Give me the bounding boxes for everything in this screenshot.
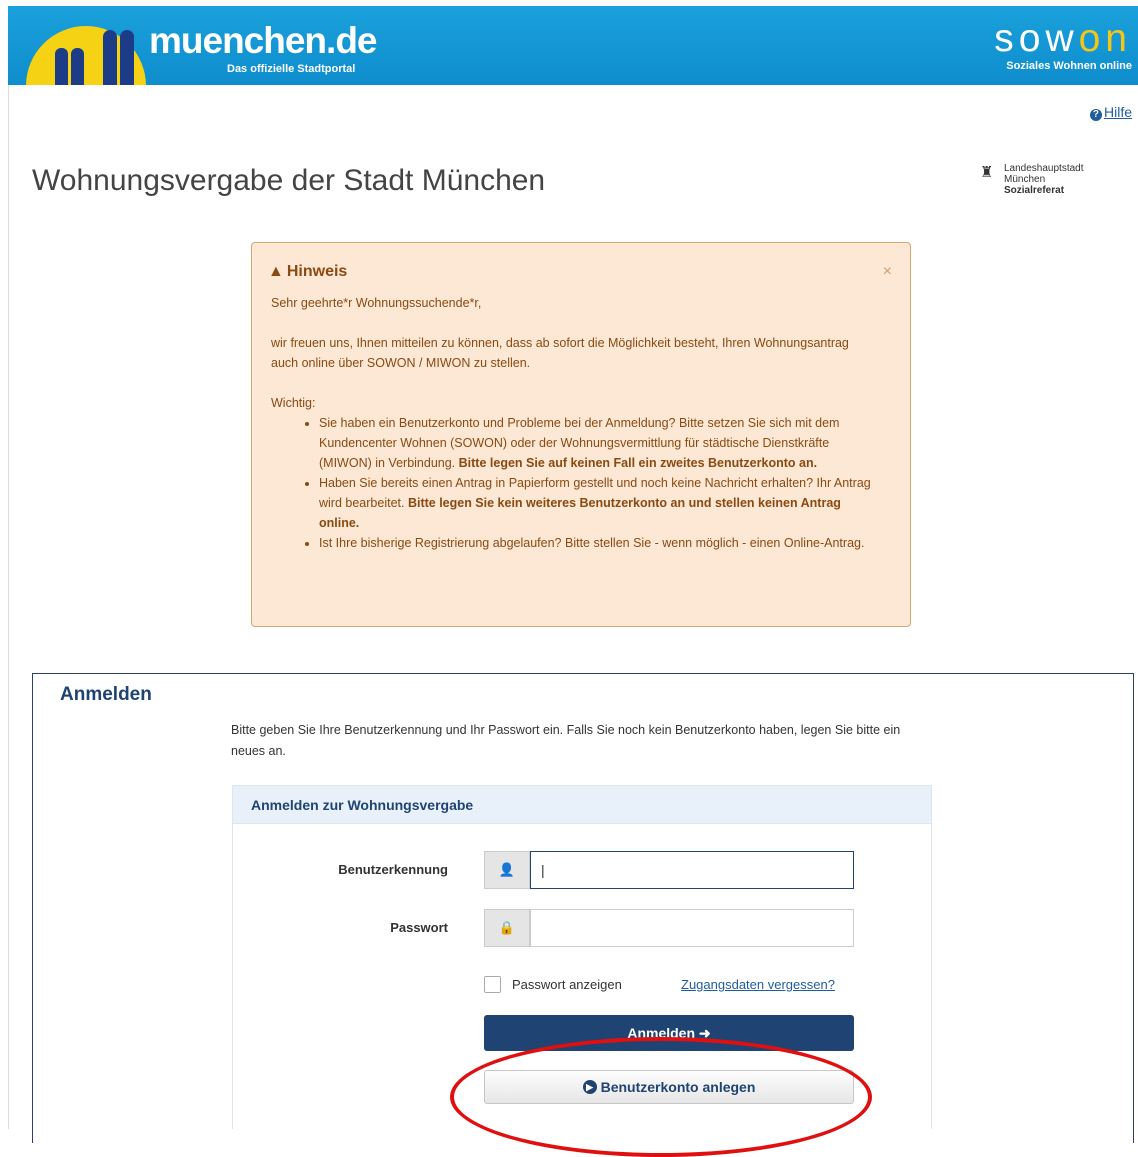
sowon-logo[interactable]: sowon Soziales Wohnen online — [994, 17, 1132, 72]
municipal-line2: München — [1004, 174, 1046, 185]
notice-important: Wichtig: — [271, 396, 316, 410]
help-link[interactable]: ? Hilfe — [1089, 104, 1132, 121]
municipal-line1: Landeshauptstadt — [1004, 163, 1084, 174]
notice-greeting: Sehr geehrte*r Wohnungssuchende*r, — [271, 296, 482, 310]
lock-icon: 🔒 — [484, 909, 530, 947]
notice-bullet: Sie haben ein Benutzerkonto und Probleme… — [319, 413, 871, 473]
login-intro: Bitte geben Sie Ihre Benutzerkennung und… — [231, 723, 901, 758]
notice-bullet-bold: Bitte legen Sie auf keinen Fall ein zwei… — [458, 456, 818, 470]
notice-bullet-text: Ist Ihre bisherige Registrierung abgelau… — [319, 536, 865, 550]
forgot-credentials-link[interactable]: Zugangsdaten vergessen? — [681, 977, 835, 992]
show-password-checkbox[interactable] — [484, 976, 501, 993]
tower-icon — [71, 48, 84, 85]
sowon-logo-part2: on — [1078, 17, 1132, 60]
header-bar: muenchen.de Das offizielle Stadtportal s… — [8, 6, 1138, 85]
tower-icon — [120, 30, 134, 85]
password-label: Passwort — [390, 920, 448, 935]
brand-subtitle: Das offizielle Stadtportal — [227, 63, 356, 75]
close-icon[interactable]: × — [883, 263, 892, 281]
tower-icon — [55, 48, 68, 85]
warning-icon: ▲ — [268, 263, 284, 280]
municipal-line3: Sozialreferat — [1004, 185, 1065, 196]
page-title: Wohnungsvergabe der Stadt München — [32, 164, 546, 197]
login-panel-title: Anmelden zur Wohnungsvergabe — [233, 786, 931, 824]
notice-bullet-list: Sie haben ein Benutzerkonto und Probleme… — [271, 413, 871, 553]
notice-bullet: Ist Ihre bisherige Registrierung abgelau… — [319, 533, 871, 553]
brand-name: muenchen.de — [149, 20, 377, 61]
show-password-label[interactable]: Passwort anzeigen — [512, 977, 622, 992]
tower-icon — [103, 30, 117, 85]
question-circle-icon: ? — [1089, 109, 1102, 121]
notice-heading: ▲ Hinweis — [268, 263, 347, 281]
notice-paragraph: wir freuen uns, Ihnen mitteilen zu könne… — [271, 336, 849, 370]
username-input[interactable]: | — [530, 851, 854, 889]
notice-alert: ▲ Hinweis × Sehr geehrte*r Wohnungssuchen… — [251, 242, 911, 627]
sowon-logo-part1: sow — [994, 17, 1079, 60]
help-label: Hilfe — [1103, 104, 1132, 120]
password-input[interactable] — [530, 909, 854, 947]
username-label: Benutzerkennung — [338, 862, 448, 877]
muenchen-logo[interactable]: muenchen.de Das offizielle Stadtportal — [149, 20, 377, 76]
sozialreferat-logo: ♜ Landeshauptstadt München Sozialreferat — [980, 163, 1084, 196]
user-icon: 👤 — [484, 851, 530, 889]
munich-crest-icon: ♜ — [980, 164, 994, 181]
highlight-ellipse — [450, 1037, 872, 1157]
sowon-subtitle: Soziales Wohnen online — [1006, 60, 1132, 72]
login-title: Anmelden — [60, 684, 152, 705]
notice-bullet: Haben Sie bereits einen Antrag in Papier… — [319, 473, 871, 533]
page-left-border — [8, 85, 9, 1129]
notice-heading-text: Hinweis — [286, 263, 348, 280]
